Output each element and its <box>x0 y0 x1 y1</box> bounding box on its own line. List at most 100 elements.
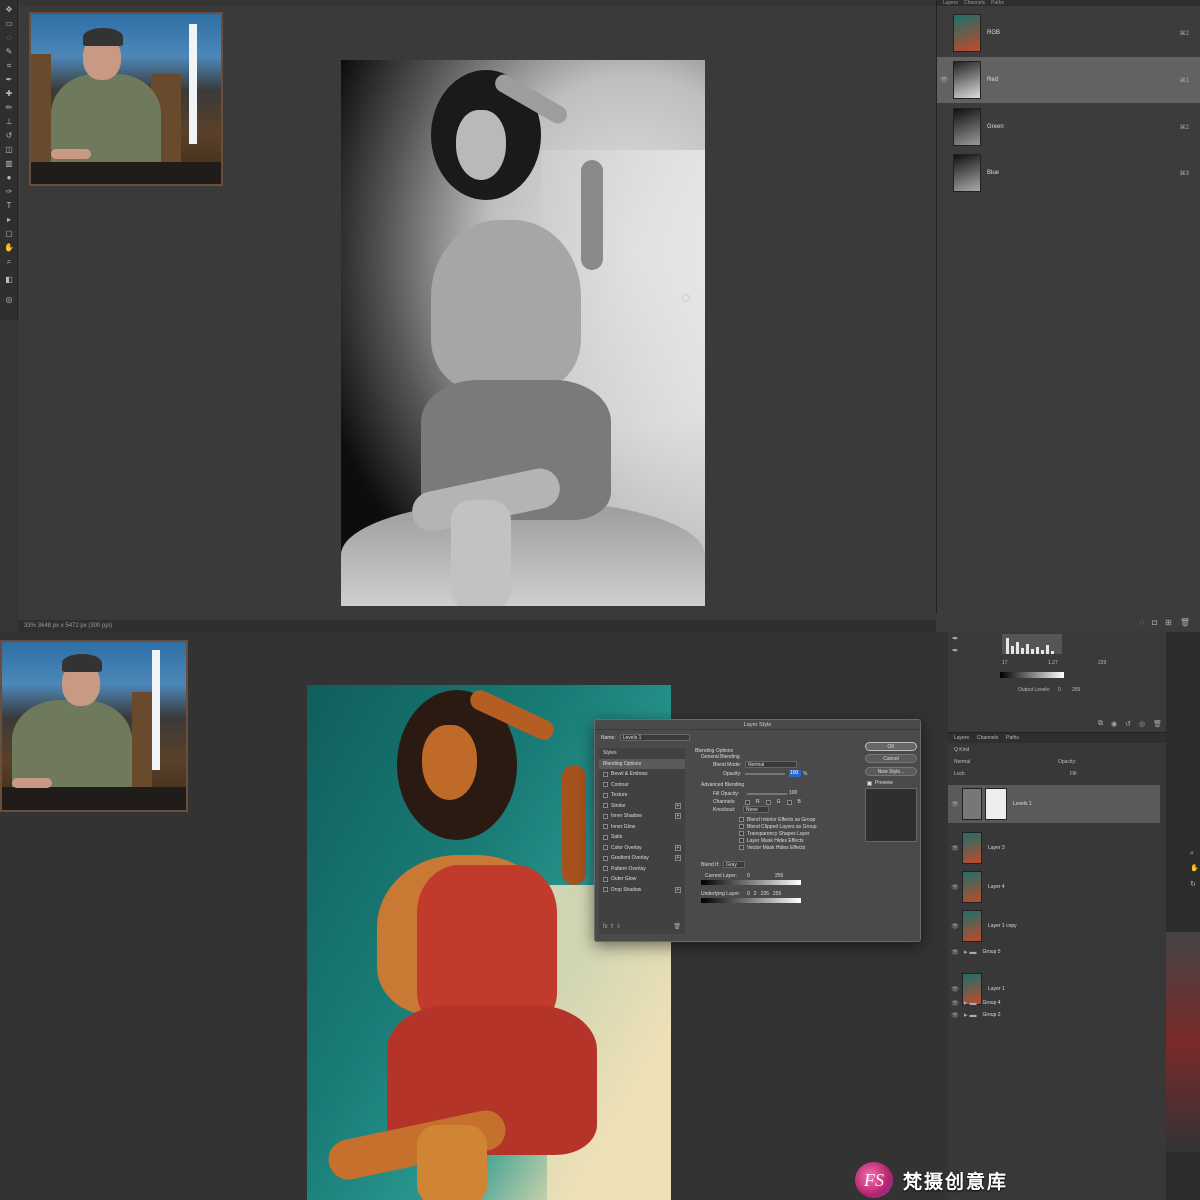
knockout-select[interactable]: None <box>743 806 769 813</box>
style-item[interactable]: Texture <box>599 790 685 801</box>
folder-icon[interactable]: ▸ ▬ <box>964 1011 976 1019</box>
canvas-area[interactable] <box>18 6 936 620</box>
quick-mask-icon[interactable]: ◎ <box>3 296 15 304</box>
output-high[interactable]: 255 <box>1072 687 1080 693</box>
channel-b-checkbox[interactable] <box>786 799 792 805</box>
underlying-layer-slider[interactable] <box>701 898 801 903</box>
new-style-button[interactable]: New Style... <box>865 767 917 776</box>
folder-icon[interactable]: ▸ ▬ <box>964 948 976 956</box>
save-selection-icon[interactable]: ◘ <box>1152 618 1157 628</box>
stamp-tool-icon[interactable]: ⊥ <box>3 118 15 126</box>
quick-select-tool-icon[interactable]: ✎ <box>3 48 15 56</box>
add-style-icon[interactable]: + <box>675 886 681 893</box>
style-checkbox[interactable] <box>603 803 608 809</box>
blend-option[interactable]: Blend Clipped Layers as Group <box>739 823 817 830</box>
path-select-tool-icon[interactable]: ▸ <box>3 216 15 224</box>
visibility-eye-icon[interactable]: 👁 <box>948 949 962 956</box>
view-previous-icon[interactable]: ◉ <box>1111 720 1117 728</box>
healing-tool-icon[interactable]: ✚ <box>3 90 15 98</box>
style-item[interactable]: Stroke + <box>599 801 685 812</box>
document-image-red-channel[interactable] <box>341 60 705 606</box>
style-item[interactable]: Inner Glow <box>599 822 685 833</box>
output-levels-slider[interactable] <box>1000 672 1064 678</box>
channel-g-checkbox[interactable] <box>765 799 771 805</box>
style-checkbox[interactable] <box>603 866 608 872</box>
shape-tool-icon[interactable]: ▢ <box>3 230 15 238</box>
crop-tool-icon[interactable]: ⌗ <box>3 62 15 70</box>
style-checkbox[interactable] <box>603 855 608 861</box>
zoom-icon[interactable]: ⌕ <box>1190 850 1194 858</box>
option-checkbox[interactable] <box>739 831 744 836</box>
preview-option[interactable]: Preview <box>867 780 893 786</box>
folder-icon[interactable]: ▸ ▬ <box>964 999 976 1007</box>
current-layer-slider[interactable] <box>701 880 801 885</box>
layer-filter[interactable]: Q Kind <box>954 747 969 753</box>
visibility-eye-icon[interactable]: 👁 <box>948 801 962 808</box>
blend-option[interactable]: Transparency Shapes Layer <box>739 830 817 837</box>
channel-row-green[interactable]: Green ⌘2 <box>937 104 1200 150</box>
dodge-tool-icon[interactable]: ● <box>3 174 15 182</box>
layer-row[interactable]: 👁 ▸ ▬ Group 2 <box>948 1009 1160 1021</box>
move-tool-icon[interactable]: ✥ <box>3 6 15 14</box>
visibility-icon[interactable]: ◎ <box>1139 720 1145 728</box>
output-low[interactable]: 0 <box>1058 687 1061 693</box>
style-item[interactable]: Satin <box>599 832 685 843</box>
tab-channels[interactable]: Channels <box>964 0 985 6</box>
visibility-eye-icon[interactable]: 👁 <box>948 1000 962 1007</box>
channel-r-checkbox[interactable] <box>745 799 750 805</box>
visibility-eye-icon[interactable]: 👁 <box>948 986 962 993</box>
new-channel-icon[interactable]: ⊞ <box>1165 618 1172 628</box>
gradient-tool-icon[interactable]: ▥ <box>3 160 15 168</box>
clip-icon[interactable]: ⧉ <box>1098 720 1103 728</box>
type-tool-icon[interactable]: T <box>3 202 15 210</box>
zoom-tool-icon[interactable]: ⌕ <box>3 258 15 266</box>
channel-row-blue[interactable]: Blue ⌘3 <box>937 150 1200 196</box>
option-checkbox[interactable] <box>739 838 744 843</box>
blend-option[interactable]: Blend Interior Effects as Group <box>739 816 817 823</box>
lasso-tool-icon[interactable]: ◌ <box>3 34 15 42</box>
blend-option[interactable]: Layer Mask Hides Effects <box>739 837 817 844</box>
style-checkbox[interactable] <box>603 887 608 893</box>
layer-row[interactable]: 👁 Layer 4 <box>948 868 1160 906</box>
brush-tool-icon[interactable]: ✏ <box>3 104 15 112</box>
blend-option[interactable]: Vector Mask Hides Effects <box>739 844 817 851</box>
opacity-input[interactable]: 100 <box>789 770 801 777</box>
layer-mask-thumbnail[interactable] <box>985 788 1007 820</box>
style-item[interactable]: Blending Options <box>599 758 685 769</box>
marquee-tool-icon[interactable]: ▭ <box>3 20 15 28</box>
layer-row[interactable]: 👁 ▸ ▬ Group 4 <box>948 997 1160 1009</box>
channel-row-red[interactable]: 👁 Red ⌘1 <box>937 57 1200 103</box>
fill-opacity-input[interactable]: 100 <box>789 790 797 796</box>
delete-channel-icon[interactable]: 🗑 <box>1180 618 1190 628</box>
name-input[interactable]: Levels 1 <box>619 734 690 741</box>
blend-if-select[interactable]: Gray <box>723 861 745 868</box>
ok-button[interactable]: OK <box>865 742 917 751</box>
style-item[interactable]: Drop Shadow + <box>599 885 685 896</box>
color-swatches-icon[interactable]: ◧ <box>3 276 15 284</box>
style-checkbox[interactable] <box>603 782 608 788</box>
history-brush-icon[interactable]: ↺ <box>3 132 15 140</box>
style-checkbox[interactable] <box>603 771 608 777</box>
add-style-icon[interactable]: + <box>675 844 681 851</box>
visibility-eye-icon[interactable]: 👁 <box>948 1012 962 1019</box>
style-item[interactable]: Outer Glow <box>599 874 685 885</box>
visibility-eye-icon[interactable]: 👁 <box>948 923 962 930</box>
fx-icon[interactable]: fx ⇧ ⇩ <box>603 923 621 930</box>
visibility-eye-icon[interactable]: 👁 <box>948 884 962 891</box>
tab-channels[interactable]: Channels <box>977 735 998 741</box>
tab-paths[interactable]: Paths <box>991 0 1004 6</box>
style-checkbox[interactable] <box>603 845 608 851</box>
hand-icon[interactable]: ✋ <box>1190 864 1199 872</box>
load-selection-icon[interactable]: ◌ <box>1140 618 1145 628</box>
option-checkbox[interactable] <box>739 817 744 822</box>
preview-checkbox[interactable] <box>867 780 872 786</box>
style-checkbox[interactable] <box>603 876 608 882</box>
style-checkbox[interactable] <box>603 824 608 830</box>
input-white[interactable]: 229 <box>1098 660 1106 666</box>
layer-row[interactable]: 👁 ▸ ▬ Group 5 <box>948 946 1160 958</box>
eraser-tool-icon[interactable]: ◫ <box>3 146 15 154</box>
style-checkbox[interactable] <box>603 813 608 819</box>
channel-row-rgb[interactable]: RGB ⌘2 <box>937 10 1200 56</box>
style-item[interactable]: Inner Shadow + <box>599 811 685 822</box>
option-checkbox[interactable] <box>739 824 744 829</box>
